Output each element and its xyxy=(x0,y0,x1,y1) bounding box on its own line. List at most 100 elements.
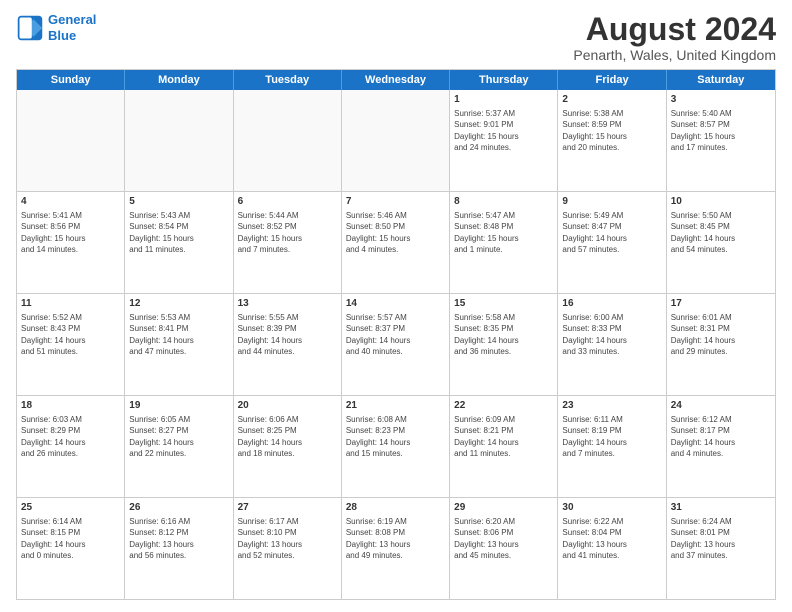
day-number: 16 xyxy=(562,297,661,311)
day-info: Sunrise: 6:05 AM Sunset: 8:27 PM Dayligh… xyxy=(129,415,193,458)
week-row-1: 4 Sunrise: 5:41 AM Sunset: 8:56 PM Daylig… xyxy=(17,192,775,294)
header-day-monday: Monday xyxy=(125,70,233,90)
day-number: 10 xyxy=(671,195,771,209)
day-number: 18 xyxy=(21,399,120,413)
day-number: 14 xyxy=(346,297,445,311)
day-cell-15: 15 Sunrise: 5:58 AM Sunset: 8:35 PM Dayli… xyxy=(450,294,558,395)
day-number: 13 xyxy=(238,297,337,311)
day-info: Sunrise: 5:57 AM Sunset: 8:37 PM Dayligh… xyxy=(346,313,410,356)
day-cell-26: 26Sunrise: 6:16 AM Sunset: 8:12 PM Dayli… xyxy=(125,498,233,599)
day-number: 11 xyxy=(21,297,120,311)
day-cell-10: 10 Sunrise: 5:50 AM Sunset: 8:45 PM Dayli… xyxy=(667,192,775,293)
day-info: Sunrise: 5:50 AM Sunset: 8:45 PM Dayligh… xyxy=(671,211,735,254)
calendar: SundayMondayTuesdayWednesdayThursdayFrid… xyxy=(16,69,776,600)
day-cell-4: 4 Sunrise: 5:41 AM Sunset: 8:56 PM Daylig… xyxy=(17,192,125,293)
day-number: 20 xyxy=(238,399,337,413)
empty-cell xyxy=(234,90,342,191)
day-info: Sunrise: 5:53 AM Sunset: 8:41 PM Dayligh… xyxy=(129,313,193,356)
day-info: Sunrise: 5:55 AM Sunset: 8:39 PM Dayligh… xyxy=(238,313,302,356)
day-info: Sunrise: 6:17 AM Sunset: 8:10 PM Dayligh… xyxy=(238,517,302,560)
day-cell-25: 25Sunrise: 6:14 AM Sunset: 8:15 PM Dayli… xyxy=(17,498,125,599)
day-number: 2 xyxy=(562,93,661,107)
day-info: Sunrise: 6:11 AM Sunset: 8:19 PM Dayligh… xyxy=(562,415,626,458)
day-info: Sunrise: 5:44 AM Sunset: 8:52 PM Dayligh… xyxy=(238,211,302,254)
day-number: 4 xyxy=(21,195,120,209)
day-number: 30 xyxy=(562,501,661,515)
header-day-thursday: Thursday xyxy=(450,70,558,90)
day-number: 1 xyxy=(454,93,553,107)
day-cell-2: 2 Sunrise: 5:38 AM Sunset: 8:59 PM Daylig… xyxy=(558,90,666,191)
week-row-2: 11 Sunrise: 5:52 AM Sunset: 8:43 PM Dayli… xyxy=(17,294,775,396)
day-cell-18: 18 Sunrise: 6:03 AM Sunset: 8:29 PM Dayli… xyxy=(17,396,125,497)
day-cell-3: 3Sunrise: 5:40 AM Sunset: 8:57 PM Daylig… xyxy=(667,90,775,191)
day-cell-31: 31 Sunrise: 6:24 AM Sunset: 8:01 PM Dayli… xyxy=(667,498,775,599)
calendar-body: 1Sunrise: 5:37 AM Sunset: 9:01 PM Daylig… xyxy=(17,90,775,599)
day-number: 6 xyxy=(238,195,337,209)
logo-general: General xyxy=(48,12,96,27)
day-info: Sunrise: 6:08 AM Sunset: 8:23 PM Dayligh… xyxy=(346,415,410,458)
day-info: Sunrise: 6:22 AM Sunset: 8:04 PM Dayligh… xyxy=(562,517,626,560)
logo-icon xyxy=(16,14,44,42)
day-info: Sunrise: 6:16 AM Sunset: 8:12 PM Dayligh… xyxy=(129,517,193,560)
day-info: Sunrise: 5:41 AM Sunset: 8:56 PM Dayligh… xyxy=(21,211,85,254)
day-cell-20: 20 Sunrise: 6:06 AM Sunset: 8:25 PM Dayli… xyxy=(234,396,342,497)
day-info: Sunrise: 5:40 AM Sunset: 8:57 PM Dayligh… xyxy=(671,109,735,152)
day-info: Sunrise: 6:01 AM Sunset: 8:31 PM Dayligh… xyxy=(671,313,735,356)
day-cell-21: 21 Sunrise: 6:08 AM Sunset: 8:23 PM Dayli… xyxy=(342,396,450,497)
day-cell-30: 30 Sunrise: 6:22 AM Sunset: 8:04 PM Dayli… xyxy=(558,498,666,599)
day-number: 31 xyxy=(671,501,771,515)
day-number: 8 xyxy=(454,195,553,209)
day-info: Sunrise: 6:19 AM Sunset: 8:08 PM Dayligh… xyxy=(346,517,410,560)
day-cell-22: 22Sunrise: 6:09 AM Sunset: 8:21 PM Dayli… xyxy=(450,396,558,497)
page: General Blue August 2024 Penarth, Wales,… xyxy=(0,0,792,612)
empty-cell xyxy=(17,90,125,191)
header-day-tuesday: Tuesday xyxy=(234,70,342,90)
day-number: 25 xyxy=(21,501,120,515)
day-info: Sunrise: 6:03 AM Sunset: 8:29 PM Dayligh… xyxy=(21,415,85,458)
day-number: 12 xyxy=(129,297,228,311)
day-number: 15 xyxy=(454,297,553,311)
day-cell-7: 7 Sunrise: 5:46 AM Sunset: 8:50 PM Daylig… xyxy=(342,192,450,293)
day-cell-16: 16 Sunrise: 6:00 AM Sunset: 8:33 PM Dayli… xyxy=(558,294,666,395)
day-cell-9: 9Sunrise: 5:49 AM Sunset: 8:47 PM Daylig… xyxy=(558,192,666,293)
day-info: Sunrise: 6:24 AM Sunset: 8:01 PM Dayligh… xyxy=(671,517,735,560)
day-cell-13: 13 Sunrise: 5:55 AM Sunset: 8:39 PM Dayli… xyxy=(234,294,342,395)
week-row-4: 25Sunrise: 6:14 AM Sunset: 8:15 PM Dayli… xyxy=(17,498,775,599)
day-number: 22 xyxy=(454,399,553,413)
day-cell-12: 12 Sunrise: 5:53 AM Sunset: 8:41 PM Dayli… xyxy=(125,294,233,395)
location: Penarth, Wales, United Kingdom xyxy=(573,47,776,63)
day-number: 17 xyxy=(671,297,771,311)
day-number: 29 xyxy=(454,501,553,515)
day-info: Sunrise: 5:46 AM Sunset: 8:50 PM Dayligh… xyxy=(346,211,410,254)
day-info: Sunrise: 6:06 AM Sunset: 8:25 PM Dayligh… xyxy=(238,415,302,458)
header-day-sunday: Sunday xyxy=(17,70,125,90)
day-number: 24 xyxy=(671,399,771,413)
day-info: Sunrise: 6:20 AM Sunset: 8:06 PM Dayligh… xyxy=(454,517,518,560)
day-cell-17: 17 Sunrise: 6:01 AM Sunset: 8:31 PM Dayli… xyxy=(667,294,775,395)
day-info: Sunrise: 5:52 AM Sunset: 8:43 PM Dayligh… xyxy=(21,313,85,356)
day-info: Sunrise: 5:49 AM Sunset: 8:47 PM Dayligh… xyxy=(562,211,626,254)
day-cell-23: 23Sunrise: 6:11 AM Sunset: 8:19 PM Dayli… xyxy=(558,396,666,497)
day-number: 19 xyxy=(129,399,228,413)
day-cell-29: 29 Sunrise: 6:20 AM Sunset: 8:06 PM Dayli… xyxy=(450,498,558,599)
day-number: 21 xyxy=(346,399,445,413)
day-cell-8: 8 Sunrise: 5:47 AM Sunset: 8:48 PM Daylig… xyxy=(450,192,558,293)
day-cell-19: 19 Sunrise: 6:05 AM Sunset: 8:27 PM Dayli… xyxy=(125,396,233,497)
day-cell-24: 24Sunrise: 6:12 AM Sunset: 8:17 PM Dayli… xyxy=(667,396,775,497)
day-cell-27: 27Sunrise: 6:17 AM Sunset: 8:10 PM Dayli… xyxy=(234,498,342,599)
month-title: August 2024 xyxy=(573,12,776,47)
day-cell-5: 5Sunrise: 5:43 AM Sunset: 8:54 PM Daylig… xyxy=(125,192,233,293)
day-info: Sunrise: 5:38 AM Sunset: 8:59 PM Dayligh… xyxy=(562,109,626,152)
day-info: Sunrise: 5:58 AM Sunset: 8:35 PM Dayligh… xyxy=(454,313,518,356)
day-cell-11: 11 Sunrise: 5:52 AM Sunset: 8:43 PM Dayli… xyxy=(17,294,125,395)
day-info: Sunrise: 5:43 AM Sunset: 8:54 PM Dayligh… xyxy=(129,211,193,254)
day-cell-6: 6 Sunrise: 5:44 AM Sunset: 8:52 PM Daylig… xyxy=(234,192,342,293)
day-info: Sunrise: 6:00 AM Sunset: 8:33 PM Dayligh… xyxy=(562,313,626,356)
week-row-3: 18 Sunrise: 6:03 AM Sunset: 8:29 PM Dayli… xyxy=(17,396,775,498)
calendar-header: SundayMondayTuesdayWednesdayThursdayFrid… xyxy=(17,70,775,90)
week-row-0: 1Sunrise: 5:37 AM Sunset: 9:01 PM Daylig… xyxy=(17,90,775,192)
day-number: 7 xyxy=(346,195,445,209)
header-day-friday: Friday xyxy=(558,70,666,90)
day-info: Sunrise: 5:47 AM Sunset: 8:48 PM Dayligh… xyxy=(454,211,518,254)
logo: General Blue xyxy=(16,12,96,43)
